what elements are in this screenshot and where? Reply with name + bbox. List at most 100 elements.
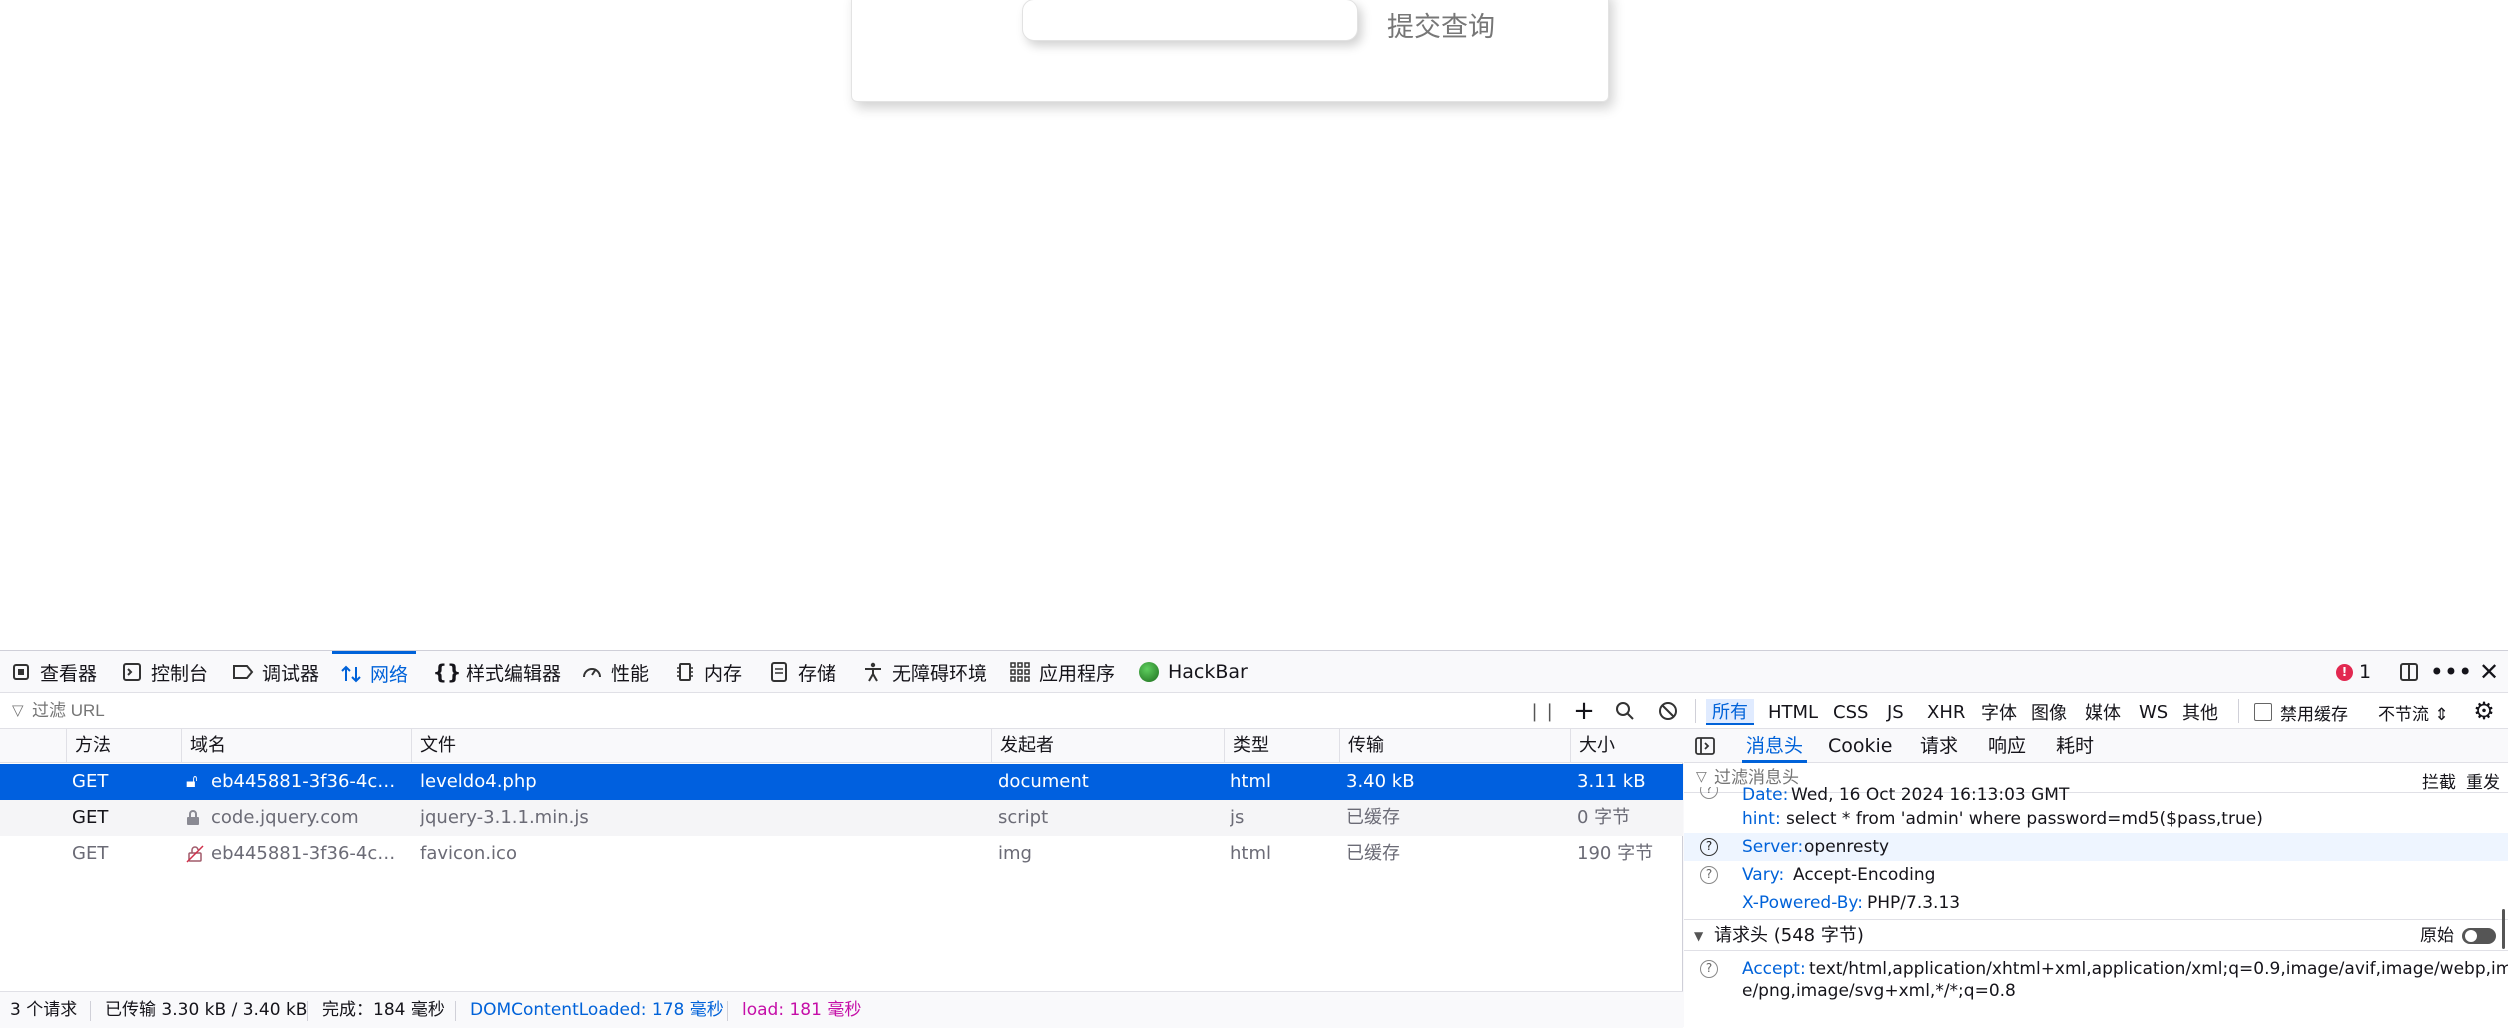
- header-row-hint: hint: select * from 'admin' where passwo…: [1684, 805, 2508, 833]
- submit-query-button[interactable]: 提交查询: [1387, 5, 1495, 44]
- tab-debugger[interactable]: 调试器: [232, 651, 319, 693]
- filter-other[interactable]: 其他: [2176, 699, 2224, 725]
- tab-hackbar[interactable]: HackBar: [1138, 651, 1248, 693]
- toggle-sidebar-icon[interactable]: [1694, 735, 1716, 762]
- cell-domain: eb445881-3f36-4c45-...: [211, 843, 401, 864]
- cell-domain: eb445881-3f36-4c45-...: [211, 771, 401, 792]
- col-file[interactable]: 文件: [411, 729, 991, 763]
- tab-headers[interactable]: 消息头: [1742, 729, 1808, 763]
- cell-domain: code.jquery.com: [211, 807, 359, 828]
- ellipsis-icon: •••: [2429, 658, 2473, 686]
- help-icon[interactable]: ?: [1700, 838, 1718, 856]
- insecure-lock-icon: [186, 836, 210, 872]
- throttle-label: 不节流: [2378, 705, 2429, 725]
- col-size[interactable]: 大小: [1570, 729, 1683, 763]
- tab-label: 调试器: [262, 662, 320, 685]
- cell-size: 3.11 kB: [1577, 771, 1646, 792]
- cell-initiator: document: [998, 771, 1089, 792]
- dom-content-loaded-time: DOMContentLoaded: 178 毫秒: [470, 1000, 724, 1020]
- help-icon[interactable]: ?: [1700, 866, 1718, 884]
- lock-icon: [186, 800, 210, 836]
- add-icon[interactable]: +: [1570, 696, 1598, 726]
- filter-images[interactable]: 图像: [2025, 699, 2073, 725]
- tab-application[interactable]: 应用程序: [1009, 651, 1115, 693]
- error-icon: !: [2336, 663, 2353, 681]
- divider: [2238, 699, 2239, 723]
- col-type[interactable]: 类型: [1224, 729, 1339, 763]
- divider: [727, 1001, 728, 1021]
- col-transferred[interactable]: 传输: [1339, 729, 1570, 763]
- web-page: 提交查询: [0, 0, 2508, 650]
- table-header: 方法 域名 文件 发起者 类型 传输 大小: [0, 729, 1683, 763]
- section-title: 请求头 (548 字节): [1714, 925, 1864, 946]
- cell-type: js: [1230, 807, 1245, 828]
- col-domain[interactable]: 域名: [181, 729, 411, 763]
- filter-fonts[interactable]: 字体: [1975, 699, 2023, 725]
- filter-url-input[interactable]: [10, 699, 1490, 723]
- cell-transferred: 已缓存: [1346, 807, 1400, 828]
- tab-request[interactable]: 请求: [1920, 729, 1958, 763]
- header-key: Date:: [1742, 787, 1789, 805]
- cell-file: leveldo4.php: [420, 771, 537, 792]
- search-icon[interactable]: [1611, 697, 1639, 725]
- throttle-select[interactable]: 不节流 ⇕: [2378, 700, 2449, 725]
- cell-transferred: 3.40 kB: [1346, 771, 1415, 792]
- header-row-vary: ? Vary: Accept-Encoding: [1684, 861, 2508, 889]
- filter-xhr[interactable]: XHR: [1921, 699, 1971, 725]
- col-status[interactable]: [0, 729, 66, 763]
- header-value: openresty: [1804, 837, 1890, 857]
- more-options-button[interactable]: •••: [2429, 651, 2473, 693]
- disable-cache-checkbox[interactable]: [2254, 703, 2272, 721]
- tab-cookie[interactable]: Cookie: [1828, 729, 1893, 763]
- tab-accessibility[interactable]: 无障碍环境: [862, 651, 987, 693]
- table-row[interactable]: GET 🔓︎ eb445881-3f36-4c45-... leveldo4.p…: [0, 764, 1683, 800]
- request-headers-section[interactable]: ▼ 请求头 (548 字节) 原始: [1684, 919, 2508, 951]
- updown-icon: ⇕: [2434, 705, 2449, 725]
- request-count: 3 个请求: [10, 1000, 78, 1020]
- tab-console[interactable]: 控制台: [121, 651, 208, 693]
- tab-label: 无障碍环境: [892, 662, 988, 685]
- help-icon[interactable]: ?: [1700, 960, 1718, 978]
- help-icon[interactable]: ?: [1700, 787, 1718, 799]
- close-devtools-button[interactable]: ✕: [2478, 651, 2500, 693]
- filter-media[interactable]: 媒体: [2079, 699, 2127, 725]
- filter-js[interactable]: JS: [1881, 699, 1910, 725]
- cell-initiator: img: [998, 843, 1032, 864]
- error-count: 1: [2359, 661, 2372, 683]
- table-row[interactable]: GET eb445881-3f36-4c45-... favicon.ico i…: [0, 836, 1683, 872]
- storage-icon: [768, 661, 790, 683]
- filter-html[interactable]: HTML: [1762, 699, 1824, 725]
- network-status-bar: 3 个请求 已传输 3.30 kB / 3.40 kB 完成：184 毫秒 DO…: [0, 991, 1683, 1028]
- cell-method: GET: [72, 771, 109, 792]
- settings-gear-icon[interactable]: ⚙: [2470, 697, 2498, 725]
- clear-icon[interactable]: [1654, 697, 1682, 725]
- tab-inspector[interactable]: 查看器: [10, 651, 97, 693]
- password-input[interactable]: [1022, 0, 1358, 41]
- tab-network[interactable]: 网络: [332, 651, 417, 693]
- filter-all[interactable]: 所有: [1706, 699, 1754, 725]
- style-editor-icon: {}: [432, 660, 462, 684]
- pause-icon[interactable]: ❘❘: [1527, 697, 1557, 725]
- scrollbar-thumb[interactable]: [2502, 909, 2505, 949]
- tab-memory[interactable]: 内存: [674, 651, 742, 693]
- filter-ws[interactable]: WS: [2133, 699, 2174, 725]
- tab-storage[interactable]: 存储: [768, 651, 836, 693]
- cell-type: html: [1230, 843, 1272, 864]
- dock-side-button[interactable]: [2398, 651, 2420, 693]
- tab-timings[interactable]: 耗时: [2056, 729, 2094, 763]
- tab-performance[interactable]: 性能: [581, 651, 649, 693]
- filter-css[interactable]: CSS: [1827, 699, 1874, 725]
- col-method[interactable]: 方法: [66, 729, 181, 763]
- tab-response[interactable]: 响应: [1988, 729, 2026, 763]
- error-indicator[interactable]: ! 1: [2336, 651, 2371, 693]
- tab-label: 查看器: [40, 662, 98, 685]
- header-row-accept-cont: e/png,image/svg+xml,*/*;q=0.8: [1684, 979, 2508, 1001]
- table-row[interactable]: GET code.jquery.com jquery-3.1.1.min.js …: [0, 800, 1683, 836]
- col-initiator[interactable]: 发起者: [991, 729, 1224, 763]
- filter-headers-input[interactable]: [1694, 767, 2334, 789]
- raw-toggle[interactable]: [2462, 928, 2496, 944]
- devtools-panel: 查看器 控制台 调试器 网络 {} 样式编辑器 性能 内存 存储 无障碍环境 应…: [0, 650, 2508, 1028]
- transferred-total: 已传输 3.30 kB / 3.40 kB: [105, 1000, 308, 1020]
- disable-cache-label: 禁用缓存: [2280, 705, 2348, 725]
- tab-style-editor[interactable]: {} 样式编辑器: [432, 651, 561, 693]
